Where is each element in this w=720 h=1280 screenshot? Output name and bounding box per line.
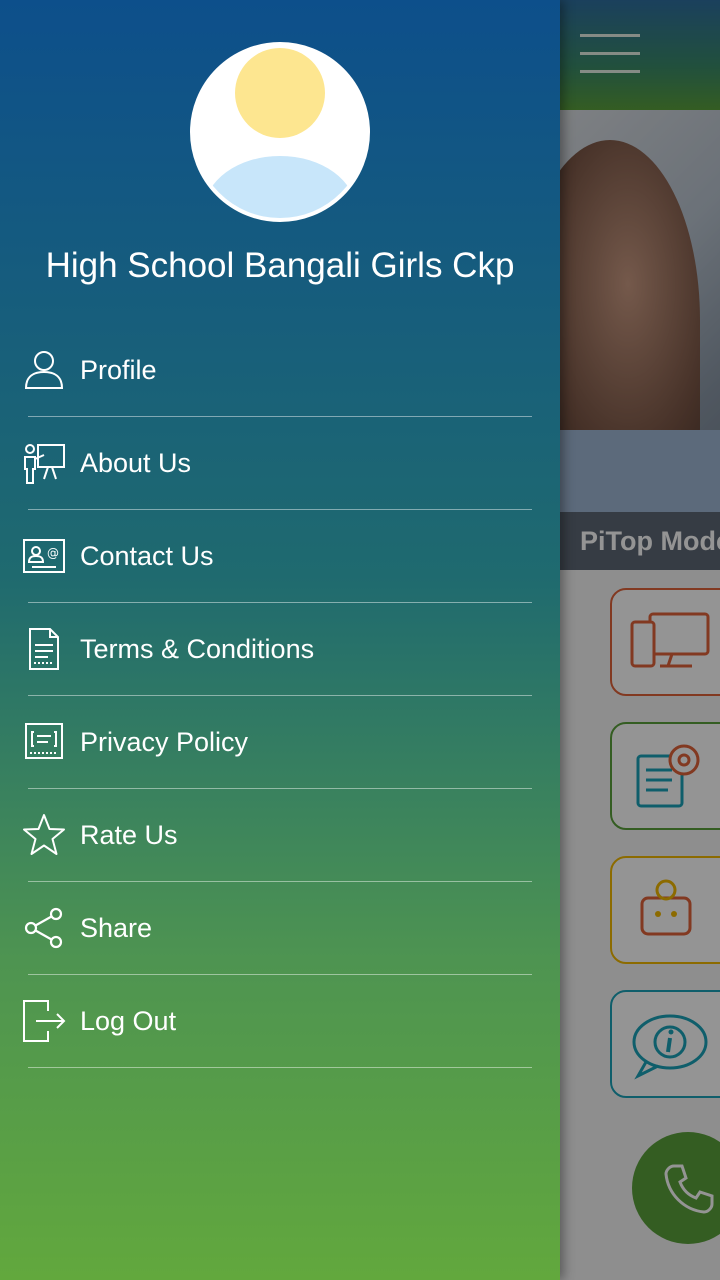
menu-item-privacy-policy[interactable]: Privacy Policy — [0, 696, 560, 789]
user-icon — [24, 351, 64, 389]
menu-item-label: Rate Us — [80, 820, 178, 850]
logout-icon — [23, 1000, 66, 1042]
navigation-drawer: High School Bangali Girls Ckp Profile Ab… — [0, 0, 560, 1280]
menu-item-contact-us[interactable]: @ Contact Us — [0, 510, 560, 603]
avatar-body — [204, 156, 356, 218]
menu-item-label: Share — [80, 913, 153, 943]
policy-icon — [25, 723, 63, 759]
menu-item-label: Contact Us — [80, 541, 214, 571]
avatar[interactable] — [190, 42, 370, 222]
menu-item-label: About Us — [80, 448, 192, 478]
divider — [28, 1067, 532, 1068]
menu-item-log-out[interactable]: Log Out — [0, 975, 560, 1068]
menu-item-label: Terms & Conditions — [80, 634, 315, 664]
document-icon — [29, 628, 59, 670]
menu-item-label: Privacy Policy — [80, 727, 249, 757]
star-icon — [23, 814, 65, 855]
menu-item-terms-conditions[interactable]: Terms & Conditions — [0, 603, 560, 696]
presentation-icon — [24, 444, 65, 484]
contact-card-icon: @ — [23, 539, 65, 573]
menu-item-about-us[interactable]: About Us — [0, 417, 560, 510]
school-name: High School Bangali Girls Ckp — [45, 246, 515, 285]
menu-item-profile[interactable]: Profile — [0, 324, 560, 417]
menu-item-label: Profile — [80, 355, 157, 385]
menu-item-label: Log Out — [80, 1006, 177, 1036]
menu-item-rate-us[interactable]: Rate Us — [0, 789, 560, 882]
menu-item-share[interactable]: Share — [0, 882, 560, 975]
avatar-head — [235, 48, 325, 138]
share-icon — [24, 907, 63, 949]
drawer-menu: Profile About Us @ Contact Us Terms & Co… — [0, 324, 560, 1068]
svg-text:@: @ — [47, 546, 59, 560]
